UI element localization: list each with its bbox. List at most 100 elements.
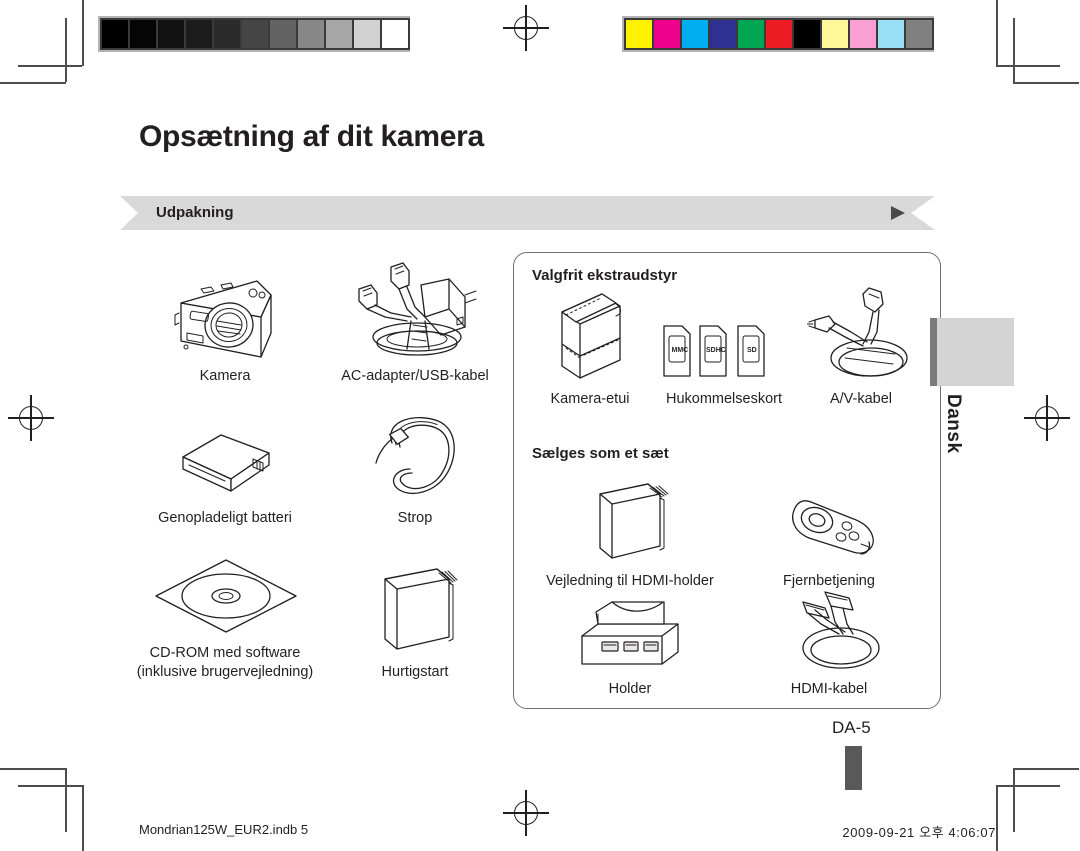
included-item-caption: Hurtigstart	[381, 664, 449, 681]
optional-item-caption: Hukommelseskort	[665, 391, 783, 408]
svg-text:SD: SD	[747, 347, 757, 354]
included-item-caption: AC-adapter/USB-kabel	[341, 368, 489, 385]
optional-item-caption: Kamera-etui	[550, 391, 630, 408]
page-number: DA-5	[832, 718, 871, 737]
set-item: HDMI-kabel	[732, 591, 926, 699]
set-item: Fjernbetjening	[732, 471, 926, 591]
crop-mark-top-right-outer-h	[1013, 82, 1079, 84]
set-item-caption: Holder	[608, 681, 652, 698]
optional-item: MMC SDHC SD Hukommelseskort	[652, 297, 796, 409]
crop-mark-top-left-outer-h	[0, 82, 66, 84]
included-item: Hurtigstart	[320, 550, 510, 682]
included-item-caption: Strop	[397, 510, 433, 527]
av-cable-icon	[807, 284, 915, 384]
color-swatch	[652, 18, 682, 50]
color-swatch	[680, 18, 710, 50]
color-swatch	[904, 18, 934, 50]
included-item: AC-adapter/USB-kabel	[320, 246, 510, 386]
battery-icon	[165, 421, 285, 503]
color-swatch	[624, 18, 654, 50]
grayscale-swatch	[324, 18, 354, 50]
crop-mark-top-right-outer-v	[996, 0, 998, 66]
crop-mark-bottom-left-outer-v	[82, 785, 84, 851]
color-swatch	[848, 18, 878, 50]
section-banner: Udpakning	[120, 196, 935, 230]
crop-mark-top-left-inner-h	[18, 65, 82, 67]
remote-control-icon	[777, 486, 881, 566]
manual-page: Opsætning af dit kamera Udpakning Kamera…	[0, 0, 1080, 851]
included-item-caption: Genopladeligt batteri	[158, 510, 292, 527]
memory-card-icon: MMC SDHC SD	[660, 314, 788, 384]
crop-mark-bottom-right-inner-h	[996, 785, 1060, 787]
camera-case-icon	[544, 284, 636, 384]
crop-mark-bottom-right-outer-v	[996, 785, 998, 851]
page-title: Opsætning af dit kamera	[139, 120, 484, 153]
crop-mark-bottom-left-outer-h	[0, 768, 66, 770]
hdmi-cradle-guide-icon	[584, 478, 676, 566]
hdmi-cable-icon	[773, 588, 885, 674]
crop-mark-top-left-outer-v	[82, 0, 84, 66]
color-swatch	[792, 18, 822, 50]
included-item: Genopladeligt batteri	[130, 410, 320, 528]
crop-mark-top-right-inner-h	[996, 65, 1060, 67]
set-item-caption: Vejledning til HDMI-holder	[546, 573, 714, 590]
language-tab-label: Dansk	[943, 394, 964, 454]
included-items-row: Kamera AC-adapter/USB-kabel	[130, 246, 510, 386]
crop-mark-bottom-right-outer-h	[1013, 768, 1079, 770]
crop-mark-bottom-left-inner-v	[65, 768, 67, 832]
included-item-caption: CD-ROM med software (inklusive brugervej…	[136, 645, 314, 681]
color-swatch	[820, 18, 850, 50]
color-swatch	[708, 18, 738, 50]
included-item: Kamera	[130, 246, 320, 386]
optional-item-caption: A/V-kabel	[829, 391, 893, 408]
grayscale-swatch	[352, 18, 382, 50]
crop-mark-top-left-inner-v	[65, 18, 67, 82]
grayscale-swatch	[184, 18, 214, 50]
quick-start-guide-icon	[365, 561, 465, 657]
page-number-bar	[845, 746, 862, 790]
svg-text:MMC: MMC	[672, 347, 689, 354]
crop-mark-bottom-right-inner-v	[1013, 768, 1015, 832]
included-item: Strop	[320, 410, 510, 528]
grayscale-swatch	[156, 18, 186, 50]
sold-as-set-heading: Sælges som et sæt	[532, 445, 669, 462]
cd-rom-icon	[150, 556, 300, 638]
wrist-strap-icon	[362, 411, 468, 503]
grayscale-swatch	[212, 18, 242, 50]
camera-icon	[157, 257, 293, 361]
grayscale-swatch	[380, 18, 410, 50]
footer-timestamp: 2009-09-21 오후 4:06:07	[842, 825, 996, 840]
included-item: CD-ROM med software (inklusive brugervej…	[130, 550, 320, 682]
grayscale-swatch	[240, 18, 270, 50]
cradle-icon	[568, 594, 692, 674]
crop-mark-bottom-left-inner-h	[18, 785, 82, 787]
optional-accessories-heading: Valgfrit ekstraudstyr	[532, 267, 678, 284]
included-item-caption: Kamera	[199, 368, 251, 385]
ac-adapter-usb-cable-icon	[345, 253, 485, 361]
grayscale-swatch	[268, 18, 298, 50]
section-banner-band	[120, 196, 935, 230]
crop-mark-top-right-inner-v	[1013, 18, 1015, 82]
optional-item: Kamera-etui	[528, 293, 652, 409]
set-item-caption: HDMI-kabel	[790, 681, 868, 698]
registration-mark-bottom	[503, 790, 549, 836]
triangle-right-icon	[891, 206, 905, 220]
set-item: Vejledning til HDMI-holder	[528, 471, 732, 591]
included-items-row: Genopladeligt batteri Strop	[130, 410, 510, 528]
section-banner-label: Udpakning	[156, 204, 234, 221]
registration-mark-top	[503, 5, 549, 51]
set-item: Holder	[528, 601, 732, 699]
language-tab-block	[930, 318, 1014, 386]
grayscale-calibration-bar	[98, 16, 410, 52]
optional-accessories-panel: Valgfrit ekstraudstyr Kamera-etui MMC SD…	[513, 252, 941, 709]
grayscale-swatch	[100, 18, 130, 50]
color-swatch	[876, 18, 906, 50]
registration-mark-left	[8, 395, 54, 441]
grayscale-swatch	[128, 18, 158, 50]
included-items-row: CD-ROM med software (inklusive brugervej…	[130, 550, 510, 682]
included-items-grid: Kamera AC-adapter/USB-kabel Genopladelig…	[130, 246, 510, 682]
color-swatch	[764, 18, 794, 50]
color-swatch	[736, 18, 766, 50]
optional-item: A/V-kabel	[796, 287, 926, 409]
color-calibration-bar	[622, 16, 934, 52]
